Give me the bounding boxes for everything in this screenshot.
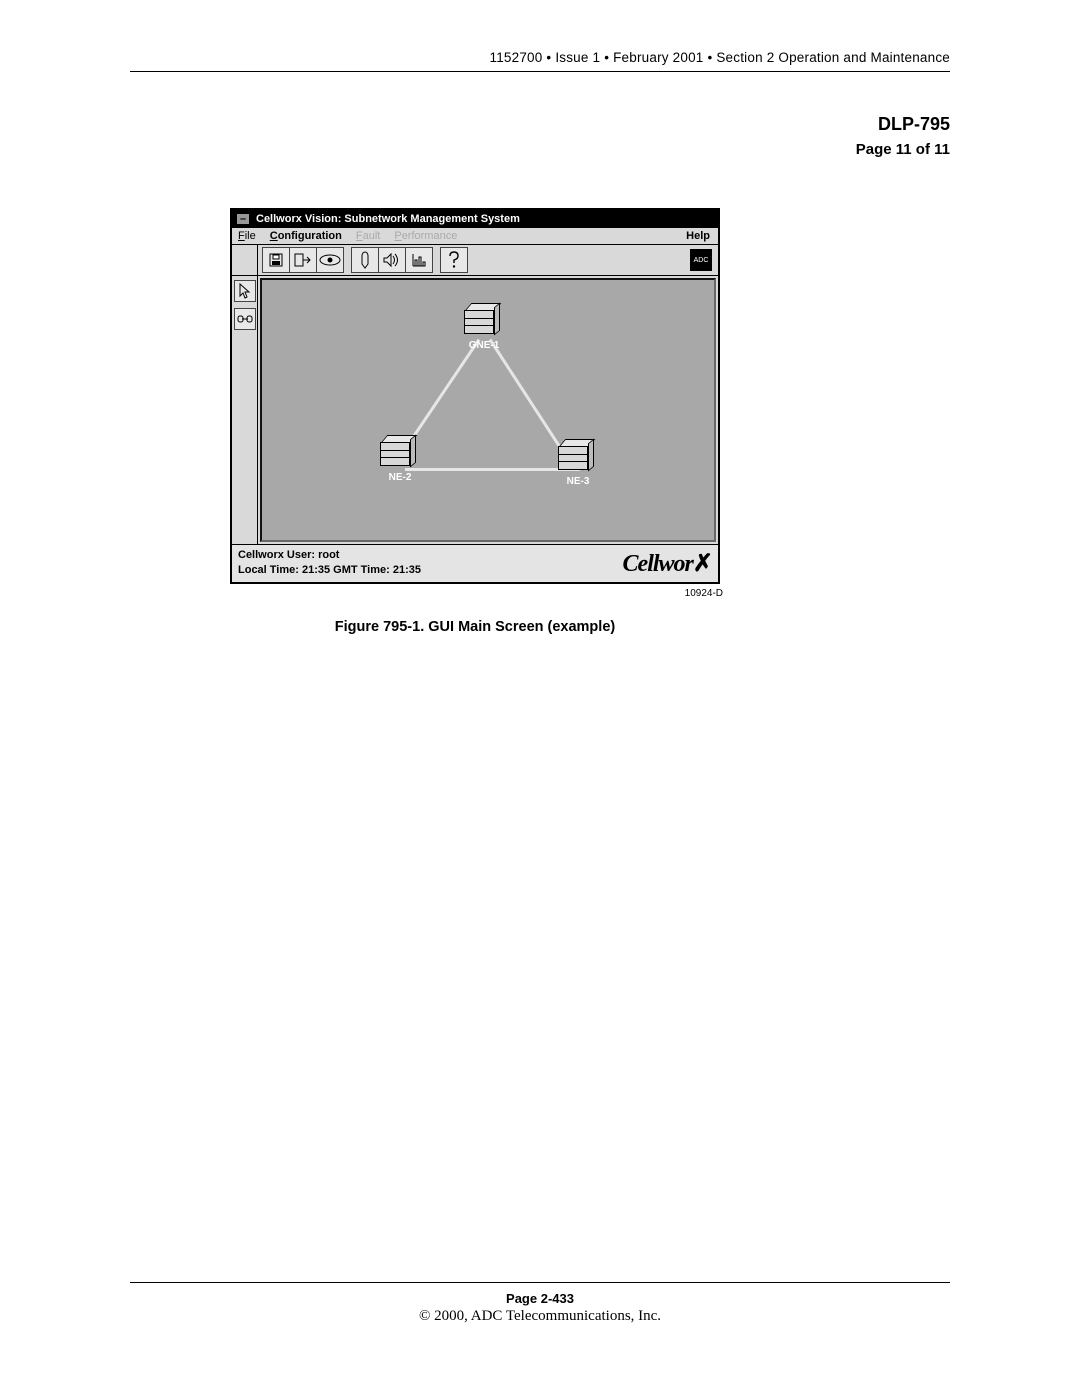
toolbar: ADC: [232, 245, 718, 276]
node-ne2[interactable]: NE-2: [380, 440, 420, 476]
save-icon[interactable]: [262, 247, 290, 273]
eye-icon[interactable]: [316, 247, 344, 273]
section: Section 2 Operation and Maintenance: [716, 50, 950, 65]
menu-file[interactable]: File: [238, 230, 256, 242]
side-toolbar: [232, 276, 258, 544]
system-menu-icon[interactable]: –: [236, 213, 250, 225]
menu-configuration[interactable]: Configuration: [270, 230, 342, 242]
sound-icon[interactable]: [378, 247, 406, 273]
page-of: Page 11 of 11: [130, 141, 950, 158]
issue: Issue 1: [555, 50, 600, 65]
logout-icon[interactable]: [289, 247, 317, 273]
pen-icon[interactable]: [351, 247, 379, 273]
app-window: – Cellworx Vision: Subnetwork Management…: [230, 208, 720, 584]
status-time: Local Time: 21:35 GMT Time: 21:35: [238, 563, 421, 578]
menu-performance: Performance: [394, 230, 457, 242]
menu-bar: File Configuration Fault Performance Hel…: [232, 228, 718, 245]
figure-ref: 10924-D: [230, 588, 723, 599]
doc-id: 1152700: [490, 50, 543, 65]
page-header: 1152700 • Issue 1 • February 2001 • Sect…: [130, 50, 950, 72]
menu-fault: Fault: [356, 230, 380, 242]
dlp-title: DLP-795: [130, 114, 950, 135]
help-icon[interactable]: [440, 247, 468, 273]
chart-icon[interactable]: [405, 247, 433, 273]
cellworx-logo: Cellwor✗: [623, 549, 712, 578]
link-icon[interactable]: [234, 308, 256, 330]
node-gne1[interactable]: GNE-1: [464, 308, 504, 344]
menu-help[interactable]: Help: [686, 230, 710, 242]
date: February 2001: [613, 50, 703, 65]
page-footer: Page 2-433 © 2000, ADC Telecommunication…: [130, 1282, 950, 1325]
window-title: Cellworx Vision: Subnetwork Management S…: [256, 213, 520, 225]
node-label-gne1: GNE-1: [464, 340, 504, 351]
status-user: Cellworx User: root: [238, 548, 421, 563]
footer-page: Page 2-433: [130, 1291, 950, 1306]
node-ne3[interactable]: NE-3: [558, 444, 598, 480]
title-bar: – Cellworx Vision: Subnetwork Management…: [232, 210, 718, 228]
node-label-ne2: NE-2: [380, 472, 420, 483]
node-label-ne3: NE-3: [558, 476, 598, 487]
adc-logo-icon: ADC: [690, 249, 712, 271]
figure-caption: Figure 795-1. GUI Main Screen (example): [230, 619, 720, 635]
footer-copyright: © 2000, ADC Telecommunications, Inc.: [130, 1308, 950, 1325]
status-bar: Cellworx User: root Local Time: 21:35 GM…: [232, 544, 718, 582]
network-canvas[interactable]: GNE-1 NE-2 NE-3: [260, 278, 716, 542]
pointer-icon[interactable]: [234, 280, 256, 302]
